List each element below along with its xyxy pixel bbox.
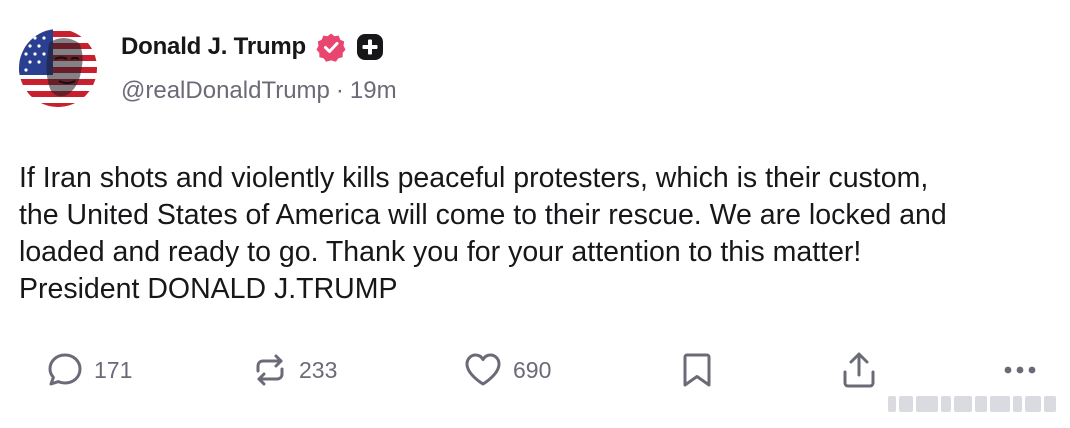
reply-count: 171	[94, 356, 133, 383]
share-icon	[843, 352, 875, 388]
bookmark-icon	[683, 353, 711, 387]
repost-icon	[256, 354, 284, 386]
avatar[interactable]	[19, 29, 97, 107]
post-actions-bar: 171 233 690	[0, 345, 1070, 395]
post-text-line: If Iran shots and violently kills peacef…	[19, 162, 929, 194]
share-button[interactable]	[840, 345, 878, 395]
post-card: Donald J. Trump @realDonaldTrump · 19m I…	[0, 0, 1070, 428]
repost-button[interactable]: 233	[251, 345, 337, 395]
like-button[interactable]: 690	[463, 345, 551, 395]
post-timestamp[interactable]: 19m	[350, 77, 397, 105]
heart-icon	[465, 353, 501, 386]
reply-button[interactable]: 171	[46, 345, 132, 395]
bookmark-button[interactable]	[679, 345, 715, 395]
comment-icon	[48, 353, 82, 386]
watermark	[888, 392, 1060, 416]
post-text-line: the United States of America will come t…	[19, 199, 947, 231]
plus-badge-icon	[357, 34, 384, 60]
meta-separator: ·	[335, 77, 344, 104]
author-name-row: Donald J. Trump	[121, 31, 384, 63]
post-body: If Iran shots and violently kills peacef…	[19, 160, 1069, 308]
repost-count: 233	[299, 356, 338, 383]
post-text-line: loaded and ready to go. Thank you for yo…	[19, 236, 862, 268]
more-options-button[interactable]	[1000, 345, 1040, 395]
more-dots-icon	[1004, 366, 1036, 374]
author-meta-row: @realDonaldTrump · 19m	[121, 77, 397, 105]
author-display-name[interactable]: Donald J. Trump	[121, 33, 306, 61]
avatar-image	[19, 29, 97, 107]
verified-badge-icon	[316, 33, 346, 62]
like-count: 690	[513, 356, 552, 383]
post-text-line: President DONALD J.TRUMP	[19, 273, 398, 305]
author-handle[interactable]: @realDonaldTrump	[121, 77, 330, 105]
